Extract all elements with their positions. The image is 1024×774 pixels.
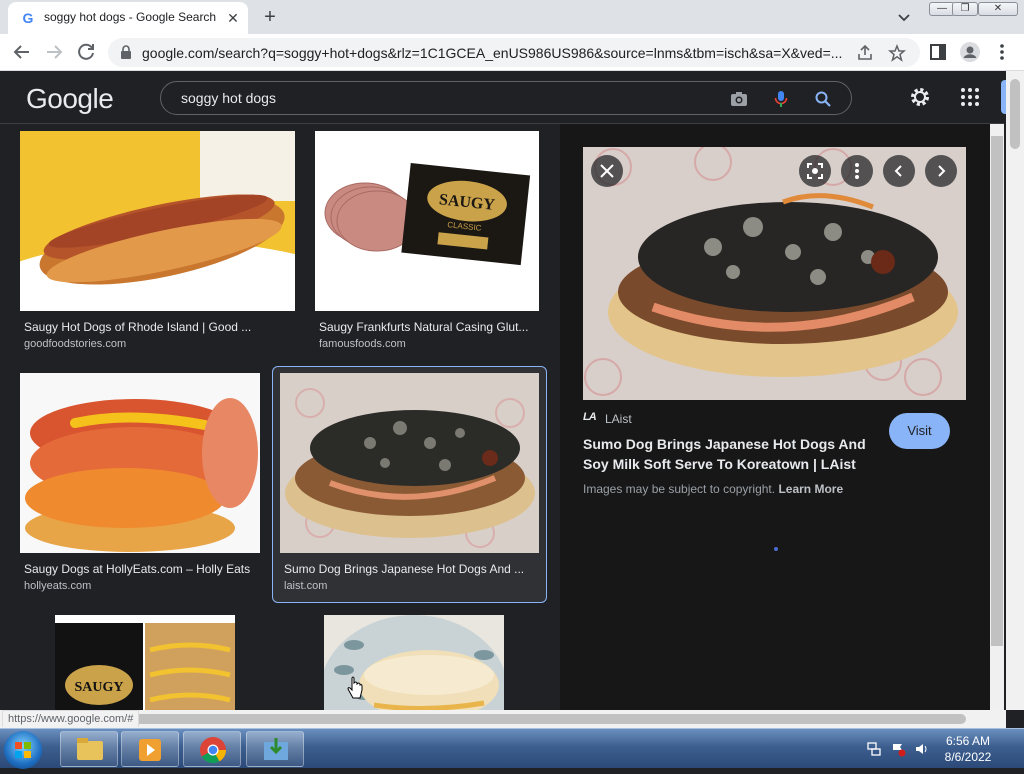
horizontal-scrollbar[interactable] [0, 710, 1006, 728]
search-box[interactable]: soggy hot dogs [160, 81, 852, 115]
page-scrollbar-thumb[interactable] [1010, 79, 1020, 149]
result-site: hollyeats.com [24, 580, 92, 592]
result-thumbnail-5[interactable]: SAUGY [55, 615, 235, 710]
tab-strip: G soggy hot dogs - Google Search ✕ + — ❐… [0, 0, 1024, 34]
tab-close-icon[interactable]: ✕ [224, 9, 242, 27]
taskbar-chrome[interactable] [183, 731, 241, 767]
previous-image-button[interactable] [883, 155, 915, 187]
lock-icon[interactable] [120, 45, 132, 59]
result-thumbnail-3[interactable] [20, 373, 260, 553]
chevron-right-icon [938, 165, 946, 177]
tab-google-search[interactable]: G soggy hot dogs - Google Search ✕ [8, 2, 248, 34]
result-site: laist.com [284, 580, 328, 592]
clock-date: 8/6/2022 [944, 750, 992, 764]
google-favicon-icon: G [22, 10, 34, 26]
taskbar-app[interactable] [246, 731, 304, 767]
windows-taskbar: 6:56 AM 8/6/2022 [0, 728, 1024, 769]
apps-grid-icon[interactable] [958, 85, 982, 109]
camera-icon[interactable] [729, 89, 749, 109]
more-vert-icon [855, 163, 859, 179]
results-scrollbar-thumb[interactable] [991, 136, 1003, 646]
taskbar-explorer[interactable] [60, 731, 118, 767]
page-scrollbar[interactable] [1006, 71, 1024, 710]
settings-gear-icon[interactable] [908, 85, 932, 109]
copyright-notice: Images may be subject to copyright. Lear… [583, 482, 843, 496]
google-logo[interactable]: Google [26, 83, 114, 115]
network-icon[interactable] [866, 741, 882, 757]
visit-button[interactable]: Visit [889, 413, 950, 449]
profile-avatar-icon[interactable] [958, 40, 982, 64]
chevron-left-icon [894, 165, 902, 177]
result-thumbnail-2[interactable]: SAUGY CLASSIC [315, 131, 539, 311]
taskbar-clock[interactable]: 6:56 AM 8/6/2022 [928, 733, 1008, 765]
learn-more-link[interactable]: Learn More [778, 482, 843, 496]
google-header: Google soggy hot dogs [0, 71, 1004, 124]
result-site: famousfoods.com [319, 338, 406, 350]
bookmark-star-icon[interactable] [888, 44, 906, 62]
address-bar[interactable]: google.com/search?q=soggy+hot+dogs&rlz=1… [108, 38, 920, 67]
side-panel-icon[interactable] [926, 40, 950, 64]
download-app-icon [264, 738, 288, 760]
copyright-text: Images may be subject to copyright. [583, 482, 776, 496]
results-scrollbar[interactable] [990, 124, 1004, 710]
restore-button[interactable]: ❐ [952, 2, 978, 16]
action-center-flag-icon[interactable] [890, 741, 906, 757]
product-box-brand-small: SAUGY [74, 680, 123, 695]
url-text: google.com/search?q=soggy+hot+dogs&rlz=1… [142, 45, 843, 61]
close-preview-button[interactable] [591, 155, 623, 187]
result-title[interactable]: Saugy Hot Dogs of Rhode Island | Good ..… [24, 320, 274, 334]
image-results-grid: Saugy Hot Dogs of Rhode Island | Good ..… [0, 124, 560, 710]
result-site: goodfoodstories.com [24, 338, 127, 350]
more-options-button[interactable] [841, 155, 873, 187]
laist-logo-icon: LA [583, 411, 597, 423]
search-input[interactable]: soggy hot dogs [181, 90, 276, 106]
taskbar-media-player[interactable] [121, 731, 179, 767]
result-title[interactable]: Sumo Dog Brings Japanese Hot Dogs And ..… [284, 562, 534, 576]
folder-icon [77, 738, 103, 760]
share-icon[interactable] [856, 44, 874, 62]
reload-icon[interactable] [74, 40, 98, 64]
next-image-button[interactable] [925, 155, 957, 187]
status-bar-url: https://www.google.com/# [2, 710, 140, 727]
result-thumbnail-1[interactable] [20, 131, 295, 311]
back-arrow-icon[interactable] [10, 40, 34, 64]
start-button[interactable] [4, 731, 42, 769]
media-player-icon [139, 739, 161, 761]
tab-search-chevron-icon[interactable] [896, 9, 912, 25]
windows-logo-icon [15, 742, 31, 758]
lens-icon [807, 163, 823, 179]
hand-cursor-icon [347, 676, 363, 699]
chrome-icon [200, 737, 227, 764]
result-title[interactable]: Saugy Dogs at HollyEats.com – Holly Eats [24, 562, 264, 576]
browser-toolbar: google.com/search?q=soggy+hot+dogs&rlz=1… [0, 34, 1024, 71]
tab-title: soggy hot dogs - Google Search [44, 10, 217, 24]
window-close-button[interactable]: ✕ [978, 2, 1018, 16]
source-name[interactable]: LAist [605, 412, 632, 426]
clock-time: 6:56 AM [945, 734, 991, 748]
image-preview-panel: LA LAist Sumo Dog Brings Japanese Hot Do… [560, 124, 990, 710]
new-tab-button[interactable]: + [258, 6, 282, 28]
close-icon [600, 164, 614, 178]
chrome-menu-icon[interactable] [990, 40, 1014, 64]
horizontal-scrollbar-thumb[interactable] [6, 714, 966, 724]
result-thumbnail-4[interactable] [280, 373, 539, 553]
google-lens-button[interactable] [799, 155, 831, 187]
loading-dot [774, 547, 778, 551]
preview-title-link[interactable]: Sumo Dog Brings Japanese Hot Dogs And So… [583, 434, 883, 474]
forward-arrow-icon[interactable] [42, 40, 66, 64]
search-icon[interactable] [813, 89, 833, 109]
result-title[interactable]: Saugy Frankfurts Natural Casing Glut... [319, 320, 534, 334]
microphone-icon[interactable] [771, 89, 791, 109]
